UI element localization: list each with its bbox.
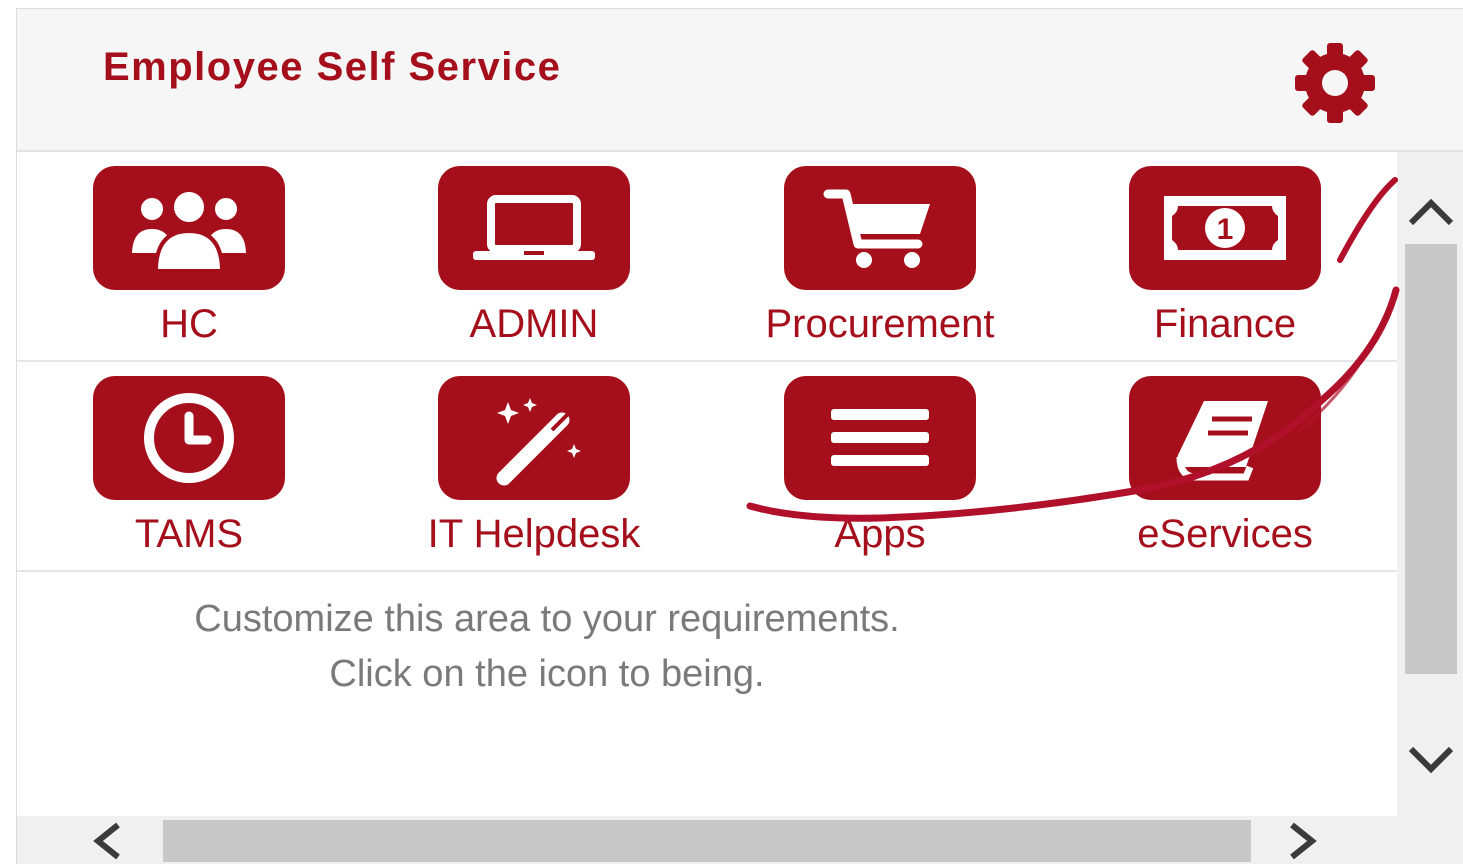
scroll-down-icon[interactable] [1397,732,1463,788]
tile-icon-box [784,376,976,500]
tile-row: TAMS IT Helpdesk Apps eServices [17,362,1397,572]
employee-self-service-panel: Employee Self Service HC ADMIN Procureme… [16,8,1463,864]
panel-header: Employee Self Service [17,9,1463,152]
tile-label: Finance [1153,302,1297,346]
tile-label: IT Helpdesk [427,512,641,556]
scroll-up-icon[interactable] [1397,184,1463,240]
tile-row: HC ADMIN Procurement 1 Finance [17,152,1397,362]
tile-icon-box: 1 [1129,166,1321,290]
users-icon [127,188,251,273]
panel-title: Employee Self Service [103,45,562,89]
tile-icon-box [93,166,285,290]
magic-wand-icon [496,398,581,486]
tile-icon-box [93,376,285,500]
tile-label: TAMS [134,512,244,556]
tile-eservices[interactable]: eServices [1109,376,1341,566]
book-icon [1176,401,1268,481]
bars-icon [831,409,929,466]
tile-icon-box [438,376,630,500]
tile-admin[interactable]: ADMIN [418,166,650,356]
tile-icon-box [1129,376,1321,500]
scroll-right-icon[interactable] [1275,816,1331,864]
shopping-cart-icon [823,189,930,268]
laptop-icon [473,195,595,260]
tile-apps[interactable]: Apps [764,376,996,566]
vertical-scrollbar[interactable] [1397,152,1463,816]
tile-label: Procurement [765,302,995,346]
horizontal-scroll-thumb[interactable] [163,820,1251,862]
tile-label: ADMIN [469,302,599,346]
tile-icon-box [438,166,630,290]
vertical-scroll-thumb[interactable] [1405,244,1457,674]
scroll-left-icon[interactable] [79,816,135,864]
tile-label: Apps [834,512,926,556]
tile-procurement[interactable]: Procurement [764,166,996,356]
tile-label: HC [160,302,218,346]
money-bill-icon: 1 [1164,196,1286,260]
horizontal-scrollbar[interactable] [17,816,1463,864]
tile-tams[interactable]: TAMS [73,376,305,566]
gear-icon[interactable] [1283,41,1387,125]
tile-it-helpdesk[interactable]: IT Helpdesk [418,376,650,566]
customize-hint: Customize this area to your requirements… [194,598,900,695]
clock-icon [144,393,234,483]
tile-finance[interactable]: 1 Finance [1109,166,1341,356]
tile-hc[interactable]: HC [73,166,305,356]
tile-label: eServices [1137,512,1313,556]
tiles-area: HC ADMIN Procurement 1 Finance TAMS IT H… [17,152,1397,816]
svg-text:1: 1 [1217,213,1234,246]
tile-icon-box [784,166,976,290]
